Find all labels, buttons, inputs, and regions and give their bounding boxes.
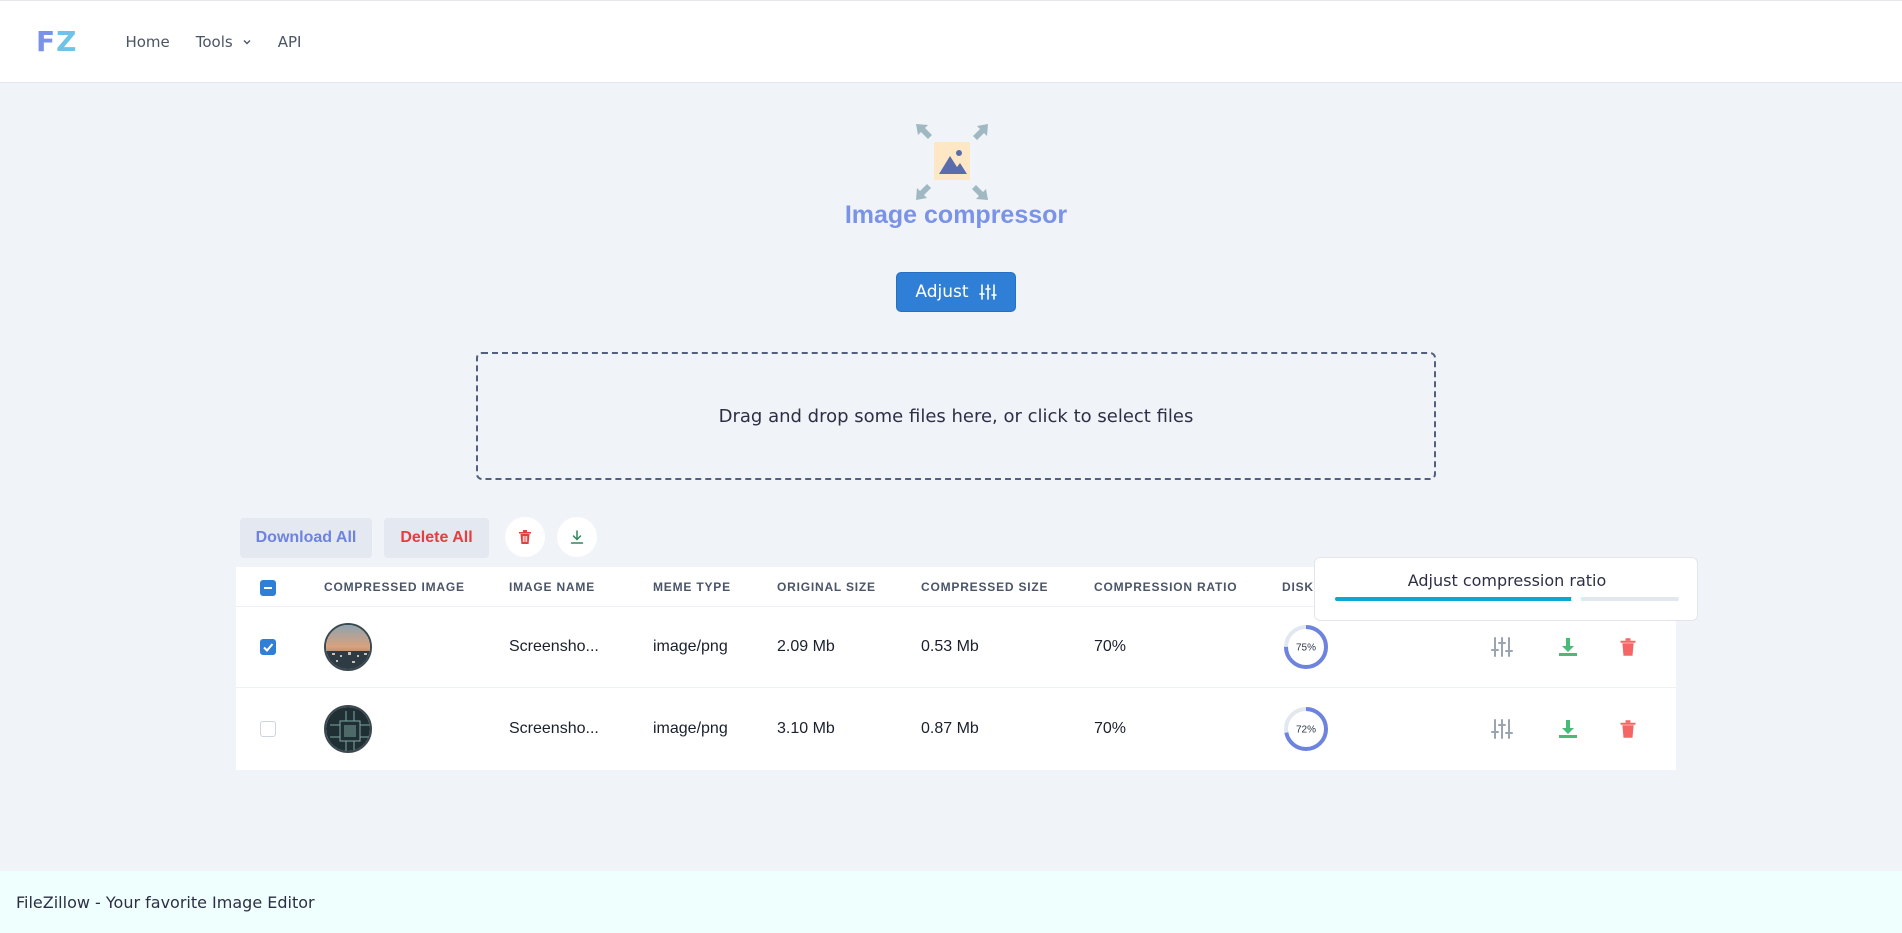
table-row[interactable]: Screensho... image/png 3.10 Mb 0.87 Mb 7… — [236, 688, 1676, 769]
compression-ratio: 70% — [1094, 638, 1127, 655]
logo[interactable]: FZ — [36, 25, 77, 58]
column-header: COMPRESSED SIZE — [921, 580, 1049, 594]
delete-selected-button[interactable] — [505, 517, 545, 557]
column-header: DISK — [1282, 580, 1314, 594]
sliders-icon — [1491, 637, 1513, 657]
nav-tools-dropdown[interactable]: Tools — [196, 33, 252, 51]
image-compress-icon — [916, 124, 988, 200]
column-header: MEME TYPE — [653, 580, 731, 594]
image-name: Screensho... — [509, 719, 599, 737]
download-row-button[interactable] — [1556, 717, 1580, 741]
column-header: ORIGINAL SIZE — [777, 580, 876, 594]
nav-tools-label: Tools — [195, 32, 233, 51]
disk-gauge: 72% — [1282, 705, 1330, 753]
original-size: 3.10 Mb — [777, 719, 835, 737]
dropzone-text: Drag and drop some files here, or click … — [718, 405, 1194, 427]
image-type: image/png — [653, 719, 728, 737]
nav-api-link[interactable]: API — [278, 33, 302, 51]
delete-row-button[interactable] — [1616, 717, 1640, 741]
delete-all-button[interactable]: Delete All — [384, 518, 489, 558]
trash-icon — [1620, 638, 1636, 656]
chevron-down-icon — [243, 39, 251, 44]
nav-home-link[interactable]: Home — [125, 33, 169, 51]
adjust-row-button[interactable] — [1490, 717, 1514, 741]
row-checkbox[interactable] — [260, 639, 276, 655]
adjust-button[interactable]: Adjust — [896, 272, 1016, 312]
sliders-icon — [1491, 718, 1513, 739]
check-icon — [263, 643, 274, 652]
column-header: COMPRESSED IMAGE — [324, 580, 465, 594]
logo-letter-z: Z — [56, 25, 78, 58]
image-name: Screensho... — [509, 638, 599, 655]
row-checkbox[interactable] — [260, 720, 276, 737]
sliders-icon — [978, 284, 997, 300]
city-thumbnail — [324, 623, 372, 671]
slider-fill — [1335, 597, 1576, 601]
disk-gauge: 75% — [1282, 623, 1330, 671]
slider-thumb[interactable] — [1570, 594, 1581, 604]
minus-icon — [264, 587, 272, 589]
circuit-thumbnail — [324, 704, 372, 753]
popover-title: Adjust compression ratio — [1407, 571, 1607, 590]
adjust-button-label: Adjust — [915, 282, 969, 302]
compressed-size: 0.53 Mb — [921, 638, 979, 655]
download-row-button[interactable] — [1556, 635, 1580, 659]
main-nav: Home Tools API — [125, 33, 327, 51]
adjust-row-button[interactable] — [1490, 635, 1514, 659]
delete-row-button[interactable] — [1616, 635, 1640, 659]
compression-slider[interactable] — [1335, 594, 1679, 604]
logo-letter-f: F — [36, 25, 57, 58]
top-navbar: FZ Home Tools API — [0, 0, 1902, 83]
disk-percent: 75% — [1296, 643, 1316, 654]
trash-icon — [519, 530, 531, 544]
download-icon — [1559, 638, 1577, 656]
original-size: 2.09 Mb — [777, 638, 835, 655]
trash-icon — [1620, 719, 1636, 738]
footer-text: FileZillow - Your favorite Image Editor — [16, 892, 315, 912]
page-title: Image compressor — [844, 201, 1068, 229]
file-dropzone[interactable]: Drag and drop some files here, or click … — [476, 352, 1436, 480]
download-icon — [1559, 719, 1577, 738]
column-header: COMPRESSION RATIO — [1094, 580, 1238, 594]
image-type: image/png — [653, 638, 728, 655]
compression-ratio-popover: Adjust compression ratio — [1314, 557, 1698, 621]
select-all-checkbox[interactable] — [260, 580, 276, 596]
compressed-size: 0.87 Mb — [921, 719, 979, 737]
download-selected-button[interactable] — [557, 517, 597, 557]
disk-percent: 72% — [1296, 724, 1316, 735]
download-all-button[interactable]: Download All — [240, 518, 372, 558]
footer: FileZillow - Your favorite Image Editor — [0, 871, 1902, 933]
download-icon — [570, 530, 584, 544]
column-header: IMAGE NAME — [509, 580, 595, 594]
compression-ratio: 70% — [1094, 719, 1127, 737]
